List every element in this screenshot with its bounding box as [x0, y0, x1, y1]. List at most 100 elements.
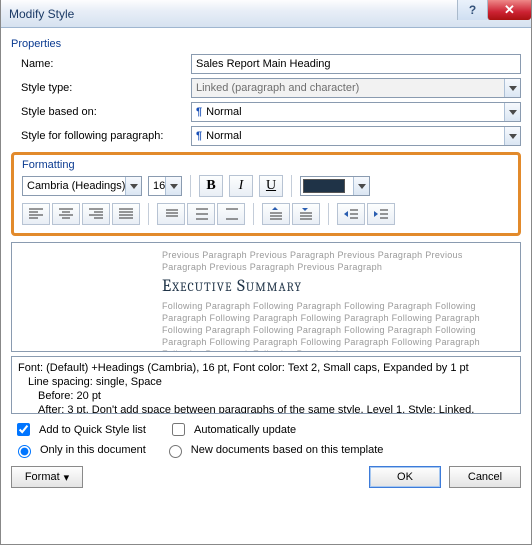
- desc-line: Line spacing: single, Space: [18, 375, 514, 389]
- increase-indent-button[interactable]: [367, 203, 395, 225]
- option-row: Add to Quick Style list Automatically up…: [13, 420, 521, 439]
- preview-next-para: Following Paragraph Following Paragraph …: [162, 300, 510, 352]
- style-type-label: Style type:: [21, 82, 191, 94]
- style-description[interactable]: Font: (Default) +Headings (Cambria), 16 …: [11, 356, 521, 414]
- align-justify-icon: [118, 208, 134, 220]
- desc-line: Before: 20 pt: [18, 389, 514, 403]
- font-dropdown[interactable]: [125, 177, 141, 195]
- bottom-options: Add to Quick Style list Automatically up…: [13, 420, 521, 458]
- based-on-value: ¶Normal: [191, 102, 521, 122]
- following-value: ¶Normal: [191, 126, 521, 146]
- based-on-dropdown[interactable]: [504, 103, 520, 121]
- cancel-button[interactable]: Cancel: [449, 466, 521, 488]
- style-type-value: Linked (paragraph and character): [191, 78, 521, 98]
- increase-para-before-button[interactable]: [262, 203, 290, 225]
- para-spacing-group: [262, 203, 320, 225]
- formatting-highlight: Formatting Cambria (Headings) 16 B I U: [11, 152, 521, 236]
- font-color-combo[interactable]: [300, 176, 370, 196]
- help-icon: ?: [469, 3, 476, 17]
- pilcrow-icon: ¶: [196, 106, 202, 118]
- based-on-combo[interactable]: ¶Normal: [191, 102, 521, 122]
- close-icon: ✕: [504, 2, 515, 18]
- name-label: Name:: [21, 58, 191, 70]
- only-this-document-label: Only in this document: [40, 444, 146, 456]
- italic-button[interactable]: I: [229, 175, 253, 197]
- close-button[interactable]: ✕: [487, 0, 531, 20]
- line-spacing-2-button[interactable]: [217, 203, 245, 225]
- titlebar-buttons: ? ✕: [457, 0, 531, 20]
- new-docs-template-label: New documents based on this template: [191, 444, 384, 456]
- line-spacing-1-button[interactable]: [157, 203, 185, 225]
- align-right-icon: [88, 208, 104, 220]
- following-combo[interactable]: ¶Normal: [191, 126, 521, 146]
- underline-button[interactable]: U: [259, 175, 283, 197]
- following-label: Style for following paragraph:: [21, 130, 191, 142]
- spacing-group: [157, 203, 245, 225]
- based-on-label: Style based on:: [21, 106, 191, 118]
- ok-button[interactable]: OK: [369, 466, 441, 488]
- align-right-button[interactable]: [82, 203, 110, 225]
- bold-button[interactable]: B: [199, 175, 223, 197]
- ok-cancel-group: OK Cancel: [369, 466, 521, 488]
- line-spacing-icon: [223, 208, 239, 220]
- following-dropdown[interactable]: [504, 127, 520, 145]
- format-menu-button[interactable]: Format▾: [11, 466, 83, 488]
- chevron-down-icon: ▾: [64, 471, 70, 484]
- name-input[interactable]: [191, 54, 521, 74]
- font-value: Cambria (Headings): [22, 176, 142, 196]
- line-spacing-icon: [193, 208, 209, 220]
- align-center-button[interactable]: [52, 203, 80, 225]
- dialog-content: Properties Name: Style type: Linked (par…: [1, 28, 531, 494]
- preview-sample-text: Executive Summary: [162, 277, 510, 296]
- separator: [253, 203, 254, 225]
- desc-line: Font: (Default) +Headings (Cambria), 16 …: [18, 361, 514, 375]
- help-button[interactable]: ?: [457, 0, 487, 20]
- formatting-toolbar-row1: Cambria (Headings) 16 B I U: [22, 175, 510, 197]
- separator: [148, 203, 149, 225]
- line-spacing-15-button[interactable]: [187, 203, 215, 225]
- decrease-indent-icon: [343, 208, 359, 220]
- option-row: Only in this document New documents base…: [13, 442, 521, 458]
- properties-grid: Name: Style type: Linked (paragraph and …: [21, 54, 521, 146]
- button-row: Format▾ OK Cancel: [11, 466, 521, 488]
- font-combo[interactable]: Cambria (Headings): [22, 176, 142, 196]
- line-spacing-icon: [163, 208, 179, 220]
- desc-line: After: 3 pt, Don't add space between par…: [18, 403, 514, 414]
- pilcrow-icon: ¶: [196, 130, 202, 142]
- size-dropdown[interactable]: [165, 177, 181, 195]
- separator: [328, 203, 329, 225]
- size-combo[interactable]: 16: [148, 176, 182, 196]
- style-type-combo: Linked (paragraph and character): [191, 78, 521, 98]
- chevron-down-icon: [170, 184, 178, 189]
- formatting-toolbar-row2: [22, 203, 510, 225]
- chevron-down-icon: [509, 86, 517, 91]
- formatting-heading: Formatting: [22, 159, 510, 171]
- style-type-dropdown: [504, 79, 520, 97]
- auto-update-label: Automatically update: [194, 424, 296, 436]
- new-docs-template-radio[interactable]: [169, 445, 182, 458]
- chevron-down-icon: [509, 110, 517, 115]
- only-this-document-radio[interactable]: [18, 445, 31, 458]
- preview-pane: Previous Paragraph Previous Paragraph Pr…: [11, 242, 521, 352]
- chevron-down-icon: [509, 134, 517, 139]
- decrease-para-before-button[interactable]: [292, 203, 320, 225]
- chevron-down-icon: [130, 184, 138, 189]
- add-quick-style-checkbox[interactable]: [17, 423, 30, 436]
- align-center-icon: [58, 208, 74, 220]
- align-left-button[interactable]: [22, 203, 50, 225]
- preview-prev-para: Previous Paragraph Previous Paragraph Pr…: [162, 249, 510, 273]
- separator: [190, 175, 191, 197]
- decrease-indent-button[interactable]: [337, 203, 365, 225]
- font-color-dropdown[interactable]: [353, 177, 369, 195]
- color-swatch-icon: [303, 179, 345, 193]
- align-justify-button[interactable]: [112, 203, 140, 225]
- window-title: Modify Style: [9, 7, 74, 21]
- titlebar: Modify Style ? ✕: [1, 0, 531, 28]
- alignment-group: [22, 203, 140, 225]
- auto-update-checkbox[interactable]: [172, 423, 185, 436]
- properties-heading: Properties: [11, 38, 521, 50]
- indent-group: [337, 203, 395, 225]
- separator: [291, 175, 292, 197]
- chevron-down-icon: [358, 184, 366, 189]
- increase-indent-icon: [373, 208, 389, 220]
